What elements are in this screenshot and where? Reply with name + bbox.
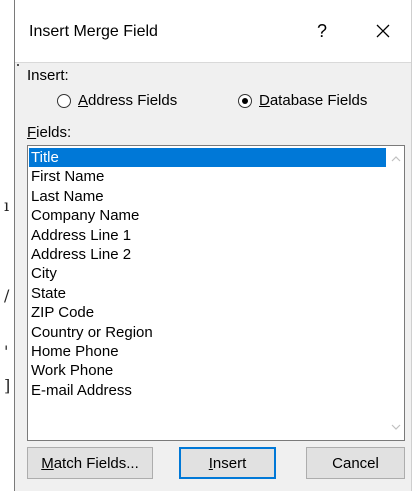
focus-dot [17, 64, 19, 66]
database-fields-radio[interactable]: Database Fields [238, 92, 367, 109]
field-list-item[interactable]: First Name [29, 167, 386, 186]
close-icon [376, 24, 390, 38]
field-list-item[interactable]: Title [29, 148, 386, 168]
insert-label: Insert: [27, 67, 69, 84]
background-document: ı / ' ] [0, 0, 14, 491]
insert-button[interactable]: Insert [179, 447, 276, 479]
close-button[interactable] [370, 18, 396, 44]
database-fields-label: Database Fields [259, 92, 368, 109]
scroll-up-arrow-icon[interactable] [391, 154, 401, 164]
field-list-item[interactable]: Address Line 1 [29, 226, 386, 245]
background-glyph: / [4, 286, 10, 305]
field-list-item[interactable]: Home Phone [29, 342, 386, 361]
dialog-title: Insert Merge Field [29, 23, 158, 40]
scroll-down-arrow-icon[interactable] [391, 422, 401, 432]
radio-circle[interactable] [57, 93, 71, 108]
field-list-item[interactable]: Address Line 2 [29, 245, 386, 264]
background-glyph: ] [4, 376, 11, 395]
match-fields-button[interactable]: Match Fields... [27, 447, 153, 479]
title-bar: Insert Merge Field ? [15, 0, 411, 63]
address-fields-radio[interactable]: Address Fields [57, 92, 177, 109]
radio-circle-checked[interactable] [238, 93, 252, 108]
fields-list: Title First Name Last Name Company Name Addr… [29, 148, 386, 400]
insert-merge-field-dialog: Insert Merge Field ? Insert: Address Fie… [14, 0, 412, 491]
fields-label: Fields: [27, 124, 72, 141]
help-button[interactable]: ? [310, 18, 334, 44]
background-glyph: ' [4, 342, 9, 361]
fields-listbox[interactable]: Title First Name Last Name Company Name Addr… [27, 145, 405, 441]
field-list-item[interactable]: State [29, 284, 386, 303]
field-list-item[interactable]: E-mail Address [29, 381, 386, 400]
address-fields-label: Address Fields [78, 92, 178, 109]
field-list-item[interactable]: Country or Region [29, 323, 386, 342]
field-list-item[interactable]: City [29, 264, 386, 283]
vertical-scrollbar[interactable] [387, 146, 404, 440]
field-list-item[interactable]: ZIP Code [29, 303, 386, 322]
background-glyph: ı [4, 196, 10, 215]
field-list-item[interactable]: Company Name [29, 206, 386, 225]
cancel-button[interactable]: Cancel [306, 447, 405, 479]
field-list-item[interactable]: Last Name [29, 187, 386, 206]
field-list-item[interactable]: Work Phone [29, 361, 386, 380]
